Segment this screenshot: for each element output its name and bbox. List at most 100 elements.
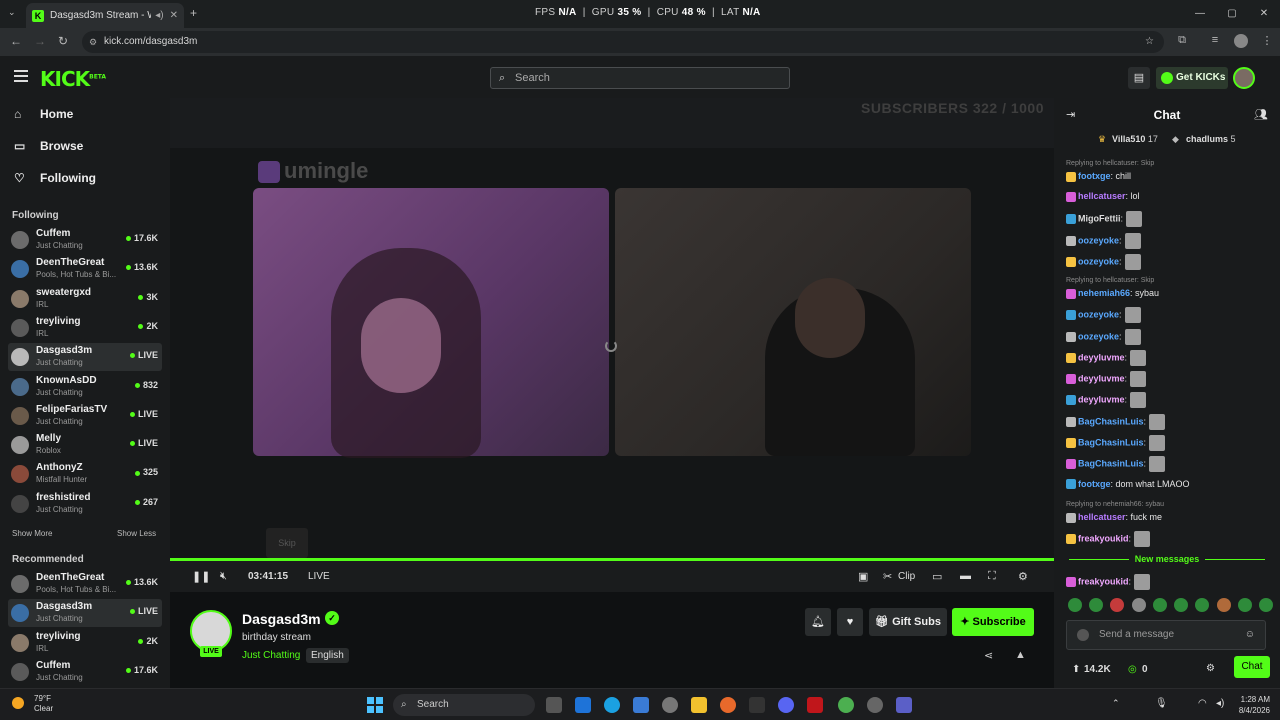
edge-icon[interactable] [604, 697, 620, 713]
back-icon[interactable]: ← [10, 34, 22, 48]
taskbar-search[interactable]: ⌕ Search [393, 694, 535, 716]
miniplayer-icon[interactable]: ▬ [960, 570, 971, 582]
chrome-icon[interactable] [838, 697, 854, 713]
captions-icon[interactable]: ▭ [932, 570, 942, 583]
chat-message[interactable]: footxge: dom what LMAOO [1066, 478, 1271, 490]
chat-username[interactable]: oozeyoke [1078, 235, 1119, 245]
store-icon[interactable] [633, 697, 649, 713]
show-more-link[interactable]: Show More [12, 529, 52, 538]
emote[interactable] [1216, 598, 1231, 612]
chat-username[interactable]: deyyluvme [1078, 395, 1125, 405]
chat-username[interactable]: deyyluvme [1078, 352, 1125, 362]
chat-username[interactable]: deyyluvme [1078, 373, 1125, 383]
emote[interactable] [1089, 598, 1104, 612]
discord-icon[interactable] [778, 697, 794, 713]
emote[interactable] [1152, 598, 1167, 612]
nav-browse[interactable]: ▭ Browse [14, 136, 83, 156]
reading-list-icon[interactable]: ≡ [1208, 34, 1222, 48]
browser-tab[interactable]: K Dasgasd3m Stream - Watch ◂) ✕ [26, 3, 184, 28]
firefox-icon[interactable] [720, 697, 736, 713]
follow-heart-icon[interactable]: ♥ [837, 608, 863, 636]
chat-username[interactable]: oozeyoke [1078, 256, 1119, 266]
user-avatar[interactable] [1233, 67, 1255, 89]
chat-username[interactable]: MigoFettii [1078, 214, 1121, 224]
tab-close-icon[interactable]: ✕ [170, 10, 178, 21]
forward-icon[interactable]: → [34, 34, 46, 48]
mic-icon[interactable]: 🎙︎ [1155, 698, 1168, 709]
chat-message[interactable]: Replying to hellcatuser: Skip nehemiah66:… [1066, 275, 1271, 299]
send-chat-button[interactable]: Chat [1234, 656, 1270, 678]
show-less-link[interactable]: Show Less [117, 529, 156, 538]
task-view-icon[interactable] [546, 697, 562, 713]
emote[interactable] [1195, 598, 1210, 612]
emote[interactable] [1174, 598, 1189, 612]
start-icon[interactable] [367, 697, 383, 713]
subscribe-button[interactable]: ✦ Subscribe [952, 608, 1034, 636]
gifter-1[interactable]: Villa510 17 [1112, 134, 1158, 144]
profile-icon[interactable] [1234, 34, 1248, 48]
outlook-icon[interactable] [575, 697, 591, 713]
sidebar-channel[interactable]: treyliving IRL 2K [8, 314, 162, 342]
nav-following[interactable]: ♡ Following [14, 168, 96, 188]
menu-icon[interactable] [14, 70, 28, 82]
layout-toggle-icon[interactable]: ▤ [1128, 67, 1150, 89]
sidebar-channel[interactable]: Melly Roblox LIVE [8, 431, 162, 459]
volume-icon[interactable]: ◂) [1216, 698, 1224, 709]
sidebar-channel[interactable]: Dasgasd3m Just Chatting LIVE [8, 599, 162, 628]
emote[interactable] [1237, 598, 1252, 612]
gifter-2[interactable]: chadlums 5 [1186, 134, 1236, 144]
sidebar-channel[interactable]: Cuffem Just Chatting 17.6K [8, 226, 162, 254]
github-icon[interactable] [662, 697, 678, 713]
chat-message[interactable]: BagChasinLuis: [1066, 413, 1271, 430]
chat-message-input[interactable]: Send a message ☺ [1066, 620, 1266, 650]
netflix-icon[interactable] [807, 697, 823, 713]
tab-audio-icon[interactable]: ◂) [155, 10, 163, 21]
close-window-icon[interactable]: ✕ [1248, 0, 1280, 28]
chat-username[interactable]: footxge [1078, 479, 1111, 489]
sidebar-channel[interactable]: freshistired Just Chatting 267 [8, 490, 162, 518]
extensions-icon[interactable]: ⧉ [1175, 34, 1189, 48]
chat-message[interactable]: Replying to nehemiah66: sybau hellcatuser… [1066, 499, 1271, 523]
reload-icon[interactable]: ↻ [58, 34, 68, 48]
new-tab-icon[interactable]: + [190, 6, 197, 20]
chat-message[interactable]: oozeyoke: [1066, 253, 1271, 270]
share-icon[interactable]: ⋖ [984, 649, 993, 662]
weather-widget[interactable]: 79°F Clear [12, 694, 53, 714]
settings-icon[interactable]: ⚙ [1018, 570, 1028, 583]
pause-icon[interactable]: ❚❚ [192, 570, 210, 583]
live-indicator[interactable]: LIVE [308, 571, 330, 582]
sidebar-channel[interactable]: Dasgasd3m Just Chatting LIVE [8, 343, 162, 372]
chat-message[interactable]: BagChasinLuis: [1066, 456, 1271, 473]
maximize-icon[interactable]: ▢ [1216, 0, 1248, 28]
url-field[interactable]: ⚙ kick.com/dasgasd3m ☆ [82, 31, 1164, 53]
nav-home[interactable]: ⌂ Home [14, 104, 73, 124]
chat-users-icon[interactable]: 👥︎ [1254, 108, 1268, 121]
sidebar-channel[interactable]: treyliving IRL 2K [8, 629, 162, 657]
emote[interactable] [1258, 598, 1273, 612]
theater-icon[interactable]: ▣ [858, 570, 868, 583]
chat-username[interactable]: oozeyoke [1078, 310, 1119, 320]
system-clock[interactable]: 1:28 AM 8/4/2026 [1239, 694, 1270, 716]
chat-message[interactable]: deyyluvme: [1066, 392, 1271, 409]
chat-username[interactable]: hellcatuser [1078, 191, 1126, 201]
new-messages-divider[interactable]: New messages [1062, 554, 1272, 564]
clip-icon[interactable]: ✂ [883, 570, 892, 583]
minimize-icon[interactable]: — [1184, 0, 1216, 28]
gift-subs-button[interactable]: 🎁︎ Gift Subs [869, 608, 947, 636]
emoji-picker-icon[interactable]: ☺ [1245, 621, 1255, 649]
report-icon[interactable]: ▲ [1015, 649, 1026, 661]
get-kicks-button[interactable]: Get KICKs [1156, 67, 1228, 89]
chat-username[interactable]: nehemiah66 [1078, 288, 1130, 298]
chat-message[interactable]: freakyoukid: [1066, 574, 1271, 590]
browser-menu-icon[interactable]: ⋮ [1260, 34, 1274, 48]
chat-message[interactable]: BagChasinLuis: [1066, 435, 1271, 451]
video-player[interactable]: SUBSCRIBERS 322 / 1000 umingle Skip ❚❚ 🔇… [170, 98, 1054, 592]
sidebar-channel[interactable]: DeenTheGreat Pools, Hot Tubs & Bi... 13.6K [8, 570, 162, 598]
emote[interactable] [1068, 598, 1082, 612]
chat-username[interactable]: freakyoukid [1078, 533, 1129, 543]
sidebar-channel[interactable]: sweatergxd IRL 3K [8, 285, 162, 313]
chat-message[interactable]: hellcatuser: lol [1066, 190, 1271, 202]
site-info-icon[interactable]: ⚙ [89, 31, 97, 53]
search-input[interactable]: ⌕ Search [490, 67, 790, 89]
bookmark-star-icon[interactable]: ☆ [1145, 31, 1154, 53]
